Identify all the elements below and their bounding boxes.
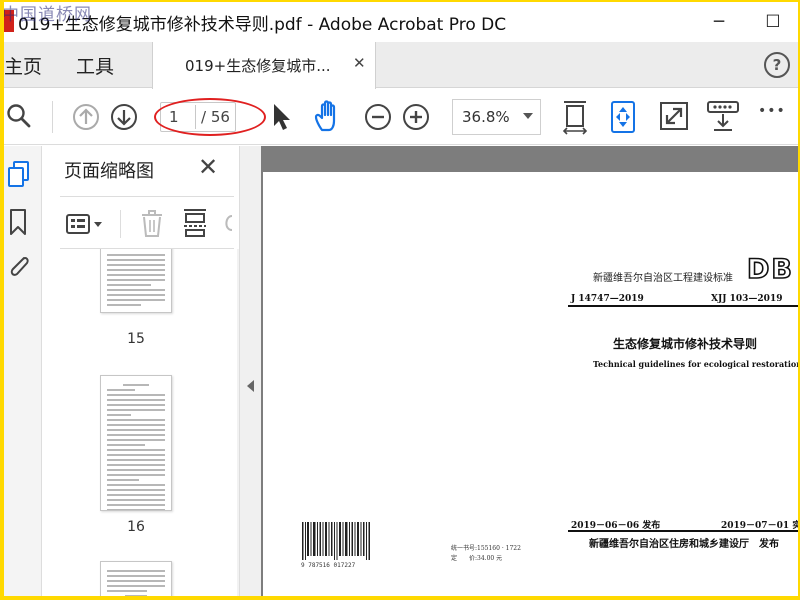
rotate-page-icon[interactable] — [222, 212, 234, 234]
barcode-number: 9 787516 017227 — [301, 562, 356, 569]
chevron-down-icon — [523, 113, 533, 119]
read-mode-icon[interactable] — [706, 99, 740, 133]
price: 定 价:34.00 元 — [451, 555, 503, 562]
watermark-top-left: 中国道桥网 — [4, 5, 92, 25]
publisher: 新疆维吾尔自治区住房和城乡建设厅 发布 — [589, 539, 779, 550]
header-rule — [568, 305, 798, 307]
toolbar: 1 / 56 36.8% ••• — [4, 89, 798, 145]
page-thumbnail[interactable] — [100, 375, 172, 511]
page-number-highlight-oval — [154, 98, 266, 136]
panel-toolbar-divider — [120, 210, 121, 238]
insert-page-icon[interactable] — [182, 208, 208, 238]
thumbnail-options-icon[interactable] — [66, 213, 104, 235]
bookmark-icon[interactable] — [6, 208, 30, 236]
panel-splitter[interactable] — [239, 146, 261, 596]
standard-series-title: 新疆维吾尔自治区工程建设标准 — [593, 273, 733, 284]
page-thumbnail[interactable] — [100, 249, 172, 313]
page-thumbnails-icon[interactable] — [6, 160, 32, 190]
document-title-chinese: 生态修复城市修补技术导则 — [613, 337, 758, 351]
panel-toolbar — [60, 198, 240, 248]
thumbnail-page-label: 15 — [127, 331, 145, 347]
next-page-icon[interactable] — [110, 103, 138, 131]
full-screen-icon[interactable] — [659, 101, 689, 131]
barcode-icon — [302, 522, 370, 560]
tab-bar: 主页 工具 019+生态修复城市... ✕ ? — [4, 42, 798, 89]
delete-page-icon[interactable] — [140, 210, 164, 238]
document-view: 新疆维吾尔自治区工程建设标准 DB J 14747—2019 XJJ 103—2… — [261, 146, 798, 596]
document-title-english: Technical guidelines for ecological rest… — [593, 359, 798, 369]
attachment-icon[interactable] — [6, 252, 32, 282]
scrolling-mode-icon[interactable] — [610, 100, 636, 134]
tab-tools[interactable]: 工具 — [76, 52, 114, 79]
thumbnail-list: 15 16 — [60, 249, 239, 596]
document-tab-label: 019+生态修复城市... — [185, 57, 331, 75]
page-thumbnails-panel: 页面缩略图 ✕ 15 16 — [42, 146, 239, 596]
zoom-value: 36.8% — [462, 108, 510, 126]
page-thumbnail[interactable] — [100, 561, 172, 596]
fit-width-icon[interactable] — [562, 99, 588, 135]
zoom-dropdown[interactable]: 36.8% — [452, 99, 541, 135]
help-icon[interactable]: ? — [764, 52, 790, 78]
acrobat-window: 019+生态修复城市修补技术导则.pdf - Adobe Acrobat Pro… — [4, 2, 798, 596]
title-bar: 019+生态修复城市修补技术导则.pdf - Adobe Acrobat Pro… — [4, 2, 798, 42]
hand-tool-icon[interactable] — [313, 100, 345, 132]
select-cursor-icon[interactable] — [270, 102, 292, 132]
minimize-button[interactable]: ─ — [704, 8, 734, 36]
toolbar-divider — [52, 101, 53, 133]
footer-rule — [568, 530, 798, 532]
previous-page-icon[interactable] — [72, 103, 100, 131]
tab-home[interactable]: 主页 — [4, 52, 42, 79]
zoom-in-icon[interactable] — [402, 103, 430, 131]
document-tab-close-icon[interactable]: ✕ — [353, 54, 366, 72]
document-page: 新疆维吾尔自治区工程建设标准 DB J 14747—2019 XJJ 103—2… — [263, 172, 798, 596]
zoom-out-icon[interactable] — [364, 103, 392, 131]
collapse-panel-icon[interactable] — [247, 380, 254, 392]
panel-title: 页面缩略图 — [64, 161, 154, 182]
search-icon[interactable] — [6, 103, 32, 129]
standard-code-j: J 14747—2019 — [571, 294, 644, 304]
more-tools-button[interactable]: ••• — [758, 103, 786, 119]
maximize-button[interactable]: ☐ — [758, 8, 788, 36]
navigation-pane-strip — [4, 146, 42, 596]
tab-document[interactable]: 019+生态修复城市... ✕ — [152, 42, 376, 89]
book-number: 统一书号:155160 · 1722 — [451, 545, 521, 552]
db-logo: DB — [746, 253, 794, 286]
standard-code-xjj: XJJ 103—2019 — [711, 294, 783, 304]
watermark-bottom-right: www.cndao.com — [656, 572, 798, 594]
panel-divider — [60, 196, 234, 197]
panel-close-icon[interactable]: ✕ — [198, 153, 218, 181]
thumbnail-page-label: 16 — [127, 519, 145, 535]
